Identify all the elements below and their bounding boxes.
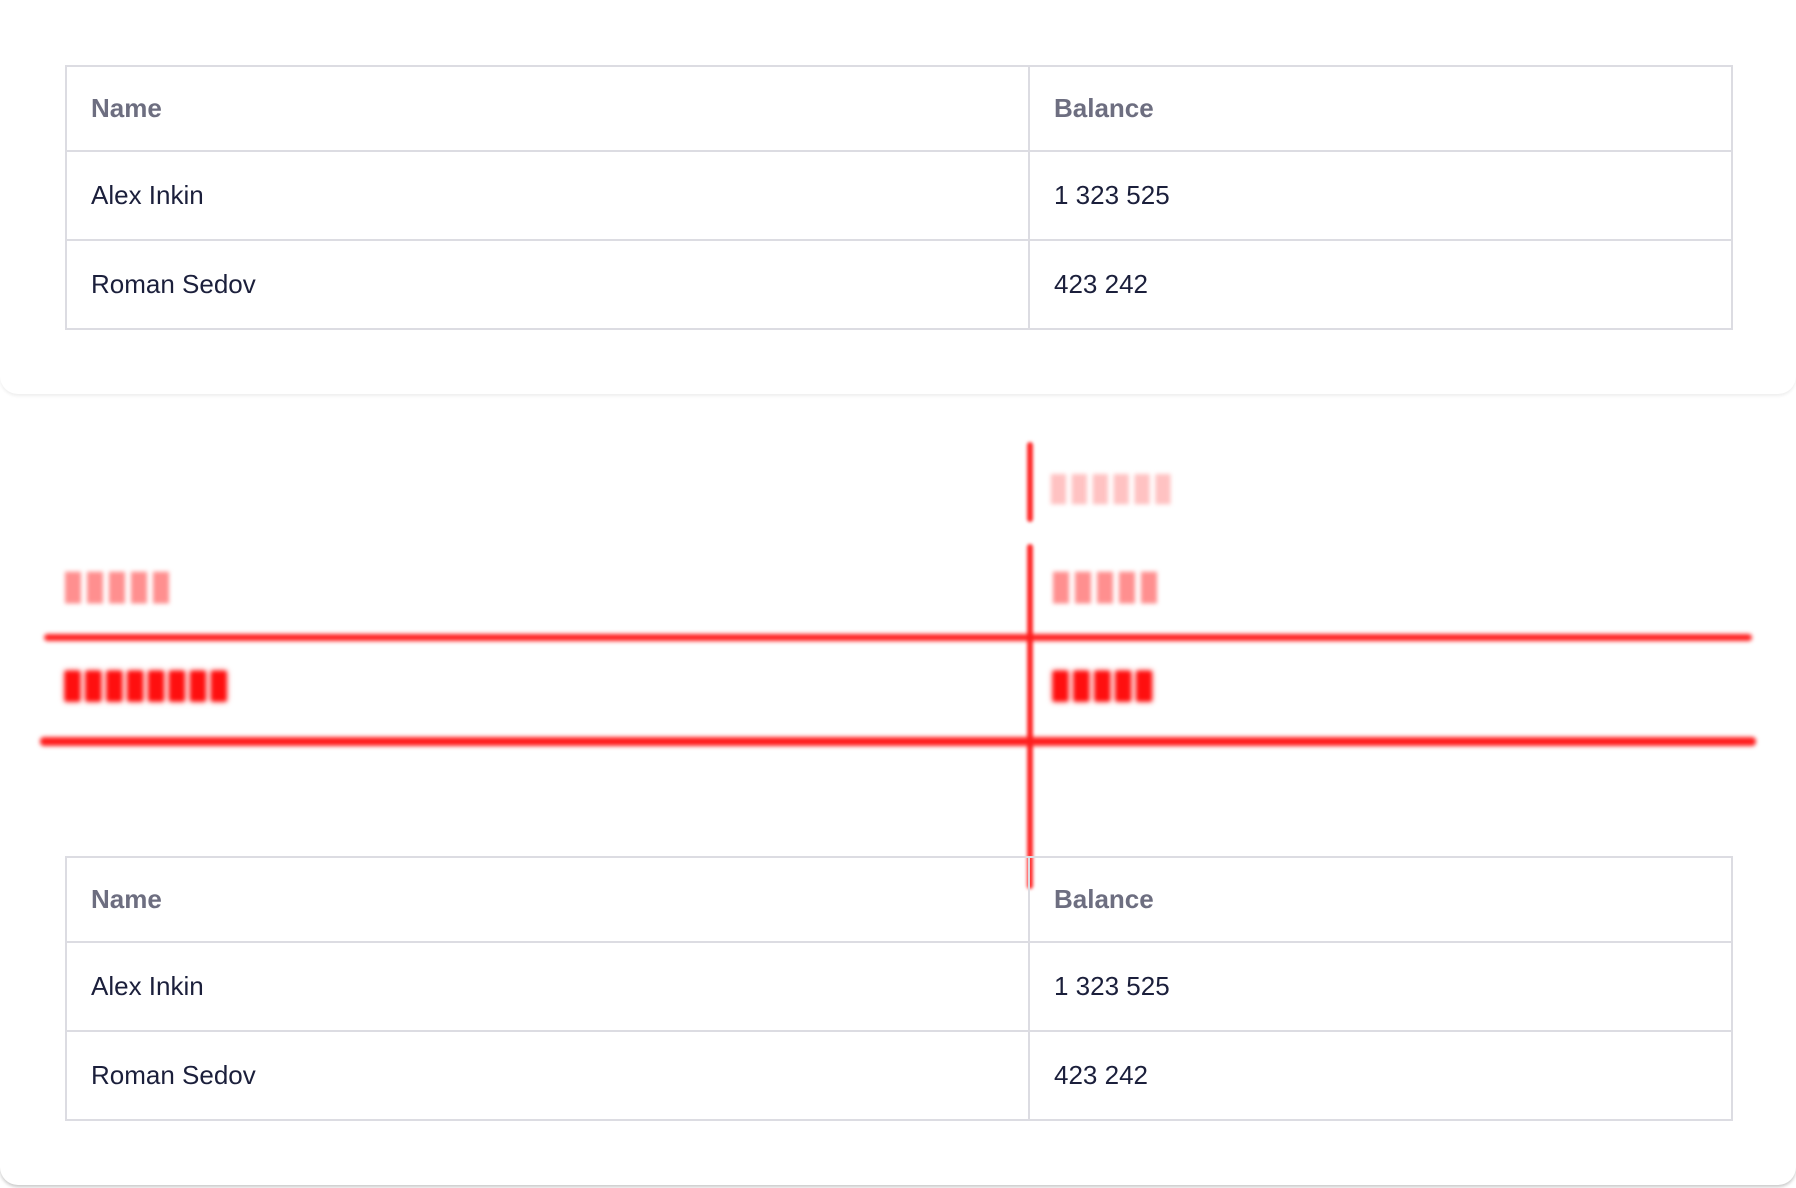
table-row[interactable]: Alex Inkin 1 323 525 [65,941,1733,1032]
table-row[interactable]: Roman Sedov 423 242 [65,1030,1733,1121]
column-header-name[interactable]: Name [65,65,1030,152]
diff-vertical-line-top [1027,442,1033,522]
diff-cell-name-row1: ▮▮▮▮▮ [62,563,173,607]
cell-balance: 1 323 525 [1028,941,1733,1032]
table-row[interactable]: Roman Sedov 423 242 [65,239,1733,330]
cell-balance: 1 323 525 [1028,150,1733,241]
table-row[interactable]: Alex Inkin 1 323 525 [65,150,1733,241]
bottom-table: Name Balance Alex Inkin 1 323 525 Roman … [65,856,1733,1121]
table-header-row: Name Balance [65,856,1733,943]
cell-balance: 423 242 [1028,1030,1733,1121]
diff-row-line-1 [44,634,1752,641]
cell-name: Roman Sedov [65,1030,1030,1121]
column-header-balance[interactable]: Balance [1028,856,1733,943]
cell-balance: 423 242 [1028,239,1733,330]
table-header-row: Name Balance [65,65,1733,152]
diff-overlay: ▮▮▮▮▮▮ ▮▮▮▮▮ ▮▮▮▮▮ ▮▮▮▮▮▮▮▮ ▮▮▮▮▮ [0,394,1796,889]
diff-vertical-line [1027,544,1033,889]
cell-name: Alex Inkin [65,150,1030,241]
diff-cell-balance-row1: ▮▮▮▮▮ [1050,563,1161,607]
column-header-name[interactable]: Name [65,856,1030,943]
diff-cell-name-row2: ▮▮▮▮▮▮▮▮ [62,663,230,705]
diff-header-balance: ▮▮▮▮▮▮ [1048,466,1174,508]
cell-name: Roman Sedov [65,239,1030,330]
column-header-balance[interactable]: Balance [1028,65,1733,152]
diff-row-line-2 [40,737,1756,746]
top-table: Name Balance Alex Inkin 1 323 525 Roman … [65,65,1733,330]
diff-cell-balance-row2: ▮▮▮▮▮ [1050,663,1155,705]
cell-name: Alex Inkin [65,941,1030,1032]
